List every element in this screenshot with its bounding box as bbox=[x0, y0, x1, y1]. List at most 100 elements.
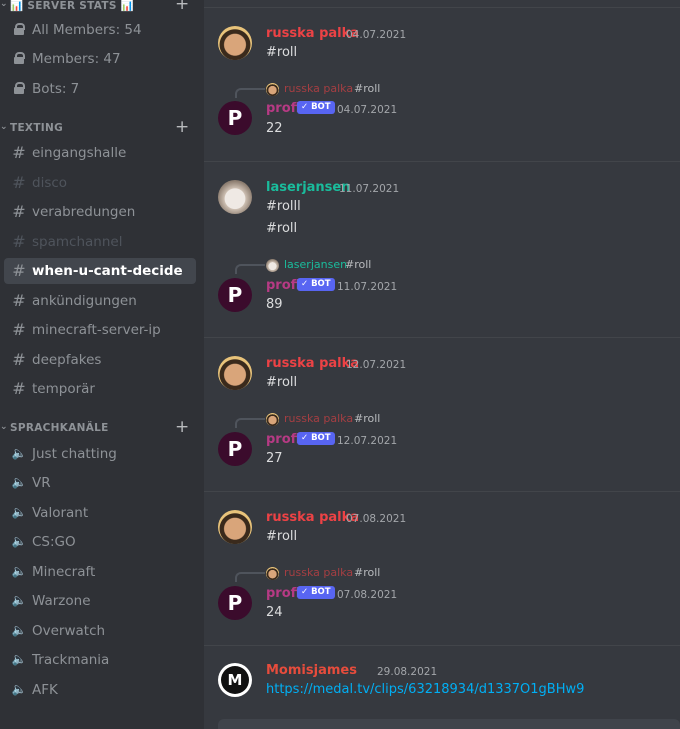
bot-avatar[interactable]: P bbox=[218, 586, 252, 620]
lock-icon bbox=[10, 20, 28, 40]
hash-icon: # bbox=[12, 291, 26, 310]
message-text: #rolll bbox=[266, 199, 301, 214]
reply-avatar bbox=[266, 83, 279, 96]
channel-disco[interactable]: # disco bbox=[4, 170, 196, 196]
message-timestamp: 12.07.2021 bbox=[346, 359, 407, 371]
channel-spamchannel[interactable]: # spamchannel bbox=[4, 229, 196, 255]
voice-channel-csgo[interactable]: 🔈 CS:GO bbox=[4, 529, 196, 555]
message-divider bbox=[204, 7, 680, 8]
bot-avatar[interactable]: P bbox=[218, 101, 252, 135]
channel-label: ankündigungen bbox=[32, 293, 137, 309]
category-sprachkanaele[interactable]: ⌄ SPRACHKANÄLE + bbox=[0, 417, 204, 438]
voice-channel-vr[interactable]: 🔈 VR bbox=[4, 470, 196, 496]
message-text: 22 bbox=[266, 121, 283, 136]
message-author[interactable]: Momisjames bbox=[266, 663, 357, 678]
channel-label: minecraft-server-ip bbox=[32, 322, 161, 338]
channel-ankuendigungen[interactable]: # ankündigungen bbox=[4, 288, 196, 314]
speaker-icon: 🔈 bbox=[11, 623, 27, 637]
message-author[interactable]: profi bbox=[266, 101, 300, 116]
channel-label: temporär bbox=[32, 381, 95, 397]
channel-label: All Members: 54 bbox=[32, 22, 142, 38]
voice-channel-afk[interactable]: 🔈 AFK bbox=[4, 677, 196, 703]
channel-when-u-cant-decide[interactable]: # when-u-cant-decide bbox=[4, 258, 196, 284]
chevron-down-icon: ⌄ bbox=[0, 122, 8, 132]
reply-text: #roll bbox=[354, 412, 381, 425]
bot-badge: ✓ BOT bbox=[297, 101, 335, 114]
message-author[interactable]: laserjansen bbox=[266, 180, 351, 195]
user-avatar[interactable] bbox=[218, 510, 252, 544]
message-timestamp: 29.08.2021 bbox=[377, 666, 438, 678]
lock-icon bbox=[10, 49, 28, 69]
speaker-icon: 🔈 bbox=[11, 652, 27, 666]
add-channel-icon[interactable]: + bbox=[175, 117, 190, 137]
voice-channel-valorant[interactable]: 🔈 Valorant bbox=[4, 500, 196, 526]
reply-avatar bbox=[266, 567, 279, 580]
message-timestamp: 07.08.2021 bbox=[337, 589, 398, 601]
channel-label: Warzone bbox=[32, 593, 91, 609]
message-timestamp: 12.07.2021 bbox=[337, 435, 398, 447]
speaker-icon: 🔈 bbox=[11, 446, 27, 460]
user-avatar[interactable]: M bbox=[218, 663, 252, 697]
channel-label: AFK bbox=[32, 682, 58, 698]
user-avatar[interactable] bbox=[218, 180, 252, 214]
channel-label: when-u-cant-decide bbox=[32, 263, 183, 279]
category-server-stats[interactable]: ⌄ 📊 SERVER STATS 📊 + bbox=[0, 0, 204, 15]
lock-icon bbox=[10, 79, 28, 99]
message-composer[interactable] bbox=[218, 719, 680, 729]
stat-channel-bots[interactable]: Bots: 7 bbox=[4, 76, 196, 102]
voice-channel-overwatch[interactable]: 🔈 Overwatch bbox=[4, 618, 196, 644]
user-avatar[interactable] bbox=[218, 26, 252, 60]
voice-channel-minecraft[interactable]: 🔈 Minecraft bbox=[4, 559, 196, 585]
hash-icon: # bbox=[12, 379, 26, 398]
add-channel-icon[interactable]: + bbox=[175, 417, 190, 437]
bot-badge: ✓ BOT bbox=[297, 278, 335, 291]
reply-text: #roll bbox=[345, 258, 372, 271]
message-timestamp: 11.07.2021 bbox=[339, 183, 400, 195]
voice-channel-warzone[interactable]: 🔈 Warzone bbox=[4, 588, 196, 614]
stat-channel-members[interactable]: Members: 47 bbox=[4, 46, 196, 72]
channel-label: VR bbox=[32, 475, 51, 491]
message-divider bbox=[204, 645, 680, 646]
channel-verabredungen[interactable]: # verabredungen bbox=[4, 199, 196, 225]
message-timestamp: 11.07.2021 bbox=[337, 281, 398, 293]
channel-sidebar: ⌄ 📊 SERVER STATS 📊 + All Members: 54 Mem… bbox=[0, 0, 204, 729]
hash-icon: # bbox=[12, 320, 26, 339]
message-divider bbox=[204, 337, 680, 338]
hash-icon: # bbox=[12, 350, 26, 369]
bot-badge: ✓ BOT bbox=[297, 432, 335, 445]
channel-label: Trackmania bbox=[32, 652, 110, 668]
category-texting[interactable]: ⌄ TEXTING + bbox=[0, 117, 204, 138]
channel-label: Overwatch bbox=[32, 623, 106, 639]
add-channel-icon[interactable]: + bbox=[175, 0, 190, 14]
reply-author: laserjansen bbox=[284, 258, 348, 271]
reply-text: #roll bbox=[354, 82, 381, 95]
reply-connector bbox=[235, 418, 265, 428]
channel-label: disco bbox=[32, 175, 68, 191]
bot-avatar[interactable]: P bbox=[218, 432, 252, 466]
channel-label: Bots: 7 bbox=[32, 81, 80, 97]
channel-label: verabredungen bbox=[32, 204, 136, 220]
message-text: #roll bbox=[266, 45, 298, 60]
category-label: SPRACHKANÄLE bbox=[10, 422, 109, 434]
voice-channel-just-chatting[interactable]: 🔈 Just chatting bbox=[4, 441, 196, 467]
channel-minecraft-server-ip[interactable]: # minecraft-server-ip bbox=[4, 317, 196, 343]
voice-channel-trackmania[interactable]: 🔈 Trackmania bbox=[4, 647, 196, 673]
message-divider bbox=[204, 161, 680, 162]
channel-deepfakes[interactable]: # deepfakes bbox=[4, 347, 196, 373]
message-author[interactable]: profi bbox=[266, 278, 300, 293]
message-author[interactable]: profi bbox=[266, 432, 300, 447]
channel-temporaer[interactable]: # temporär bbox=[4, 376, 196, 402]
message-text: #roll bbox=[266, 375, 298, 390]
bot-avatar[interactable]: P bbox=[218, 278, 252, 312]
stat-channel-all-members[interactable]: All Members: 54 bbox=[4, 17, 196, 43]
channel-label: spamchannel bbox=[32, 234, 123, 250]
channel-label: Members: 47 bbox=[32, 51, 121, 67]
bot-badge: ✓ BOT bbox=[297, 586, 335, 599]
message-text: #roll bbox=[266, 221, 298, 236]
user-avatar[interactable] bbox=[218, 356, 252, 390]
hash-icon: # bbox=[12, 143, 26, 162]
message-link[interactable]: https://medal.tv/clips/63218934/d1337O1g… bbox=[266, 682, 584, 697]
reply-author: russka palka bbox=[284, 566, 354, 579]
channel-eingangshalle[interactable]: # eingangshalle bbox=[4, 140, 196, 166]
message-author[interactable]: profi bbox=[266, 586, 300, 601]
